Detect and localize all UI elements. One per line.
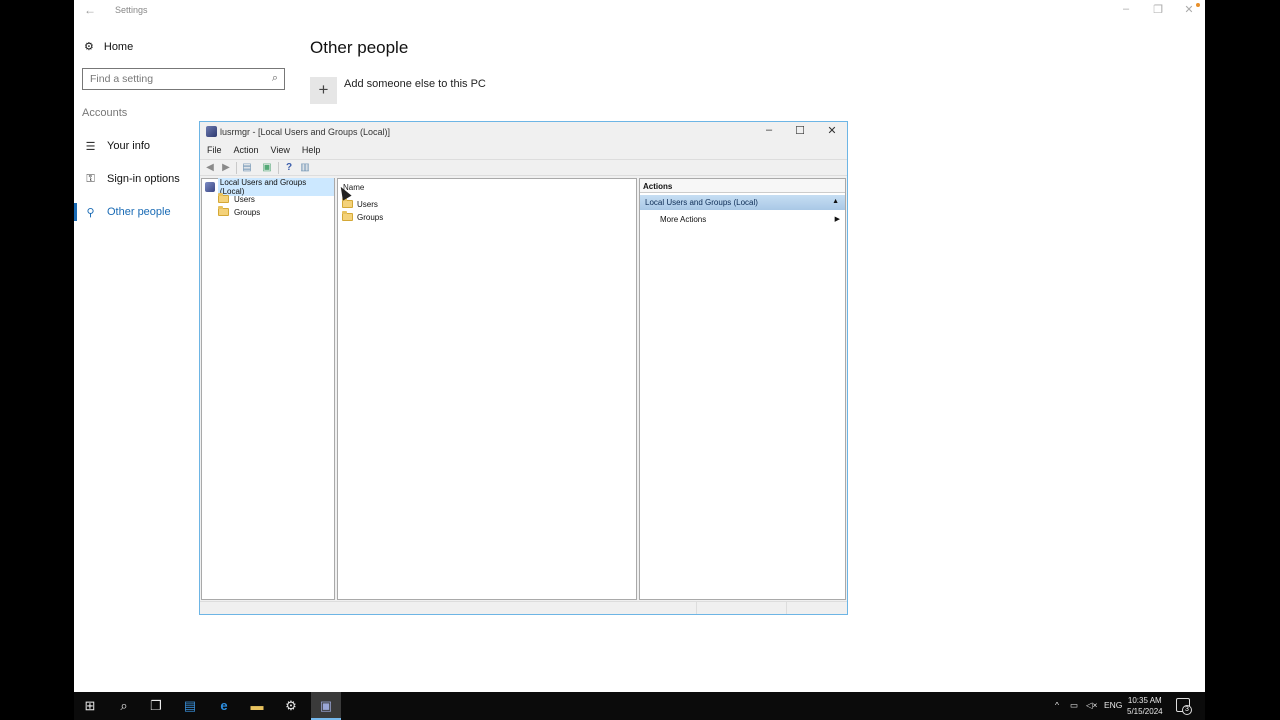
submenu-arrow-icon: ▶: [834, 216, 840, 223]
actions-header: Actions: [640, 179, 845, 193]
server-manager-icon[interactable]: ▤: [180, 696, 200, 716]
tree-item-label: Users: [234, 194, 255, 204]
column-header-name[interactable]: Name: [338, 179, 636, 192]
nav-item-label: Sign-in options: [107, 173, 180, 185]
task-view-icon[interactable]: ❐: [146, 696, 166, 716]
lusrmgr-window[interactable]: lusrmgr - [Local Users and Groups (Local…: [199, 121, 848, 615]
actions-pane: Actions Local Users and Groups (Local) ▲…: [639, 178, 846, 600]
minimize-icon[interactable]: –: [762, 124, 776, 136]
nav-item-other-people[interactable]: ⚲ Other people: [84, 202, 171, 222]
show-action-pane-icon[interactable]: ▥: [299, 162, 311, 174]
internet-explorer-icon[interactable]: e: [214, 696, 234, 716]
help-icon[interactable]: ?: [283, 162, 295, 174]
gear-icon: ⚙: [84, 41, 94, 53]
nav-active-indicator: [74, 203, 77, 221]
file-explorer-icon[interactable]: ▬: [247, 696, 267, 716]
nav-item-label: Other people: [107, 206, 171, 218]
status-divider: [696, 602, 697, 614]
home-label: Home: [103, 40, 134, 53]
local-users-groups-icon: [205, 182, 215, 192]
close-icon[interactable]: ✕: [1182, 3, 1196, 16]
menu-bar: File Action View Help: [200, 143, 847, 157]
forward-arrow-icon[interactable]: ▶: [220, 162, 232, 174]
actions-group-header[interactable]: Local Users and Groups (Local) ▲: [640, 195, 845, 210]
back-arrow-icon[interactable]: ◀: [204, 162, 216, 174]
restore-icon[interactable]: ❐: [1151, 3, 1165, 16]
actions-group-label: Local Users and Groups (Local): [645, 198, 758, 207]
search-placeholder: Find a setting: [90, 73, 154, 85]
toolbar-separator: [236, 162, 237, 174]
menu-view[interactable]: View: [264, 143, 295, 157]
status-bar: [200, 601, 847, 614]
settings-title: Settings: [115, 5, 148, 15]
lusrmgr-taskbar-icon[interactable]: ▣: [316, 696, 336, 716]
language-indicator[interactable]: ENG: [1104, 700, 1122, 710]
tree-root[interactable]: Local Users and Groups (Local): [205, 178, 334, 196]
person-icon: ⚲: [86, 206, 95, 219]
settings-gear-icon[interactable]: ⚙: [281, 696, 301, 716]
person-card-icon: ☰: [85, 140, 96, 153]
show-hide-tree-icon[interactable]: ▤: [241, 162, 253, 174]
nav-item-sign-in-options[interactable]: ⚿ Sign-in options: [84, 169, 180, 189]
status-divider: [786, 602, 787, 614]
close-icon[interactable]: ✕: [825, 124, 839, 137]
menu-help[interactable]: Help: [295, 143, 326, 157]
nav-item-label: Your info: [107, 140, 151, 152]
tree-item-label: Groups: [234, 207, 261, 217]
system-clock[interactable]: 10:35 AM 5/15/2024: [1127, 695, 1163, 717]
list-item-label: Groups: [357, 212, 384, 222]
nav-item-your-info[interactable]: ☰ Your info: [84, 136, 150, 156]
back-arrow-icon[interactable]: ←: [84, 3, 96, 17]
toolbar: ◀ ▶ ▤ ▣ ? ▥: [200, 159, 847, 176]
search-icon[interactable]: ⌕: [272, 72, 278, 85]
add-person-button[interactable]: +: [310, 77, 337, 104]
list-pane: Name Users Groups: [336, 178, 637, 600]
home-link[interactable]: ⚙ Home: [84, 40, 134, 54]
tray-overflow-icon[interactable]: ^: [1055, 700, 1059, 710]
status-dot: [1196, 3, 1200, 7]
minimize-icon[interactable]: –: [1119, 3, 1133, 15]
tree-item-groups[interactable]: Groups: [218, 206, 260, 218]
search-input[interactable]: Find a setting ⌕: [82, 68, 285, 90]
notification-count-badge: 3: [1182, 705, 1192, 715]
menu-file[interactable]: File: [200, 143, 227, 157]
add-person-label[interactable]: Add someone else to this PC: [344, 78, 486, 90]
battery-icon[interactable]: ▭: [1070, 700, 1078, 711]
clock-time: 10:35 AM: [1127, 696, 1162, 705]
windows-start-icon[interactable]: ⊞: [80, 696, 100, 716]
tree-pane: Local Users and Groups (Local) Users Gro…: [201, 178, 335, 600]
search-icon[interactable]: ⌕: [114, 696, 134, 716]
folder-icon: [218, 193, 229, 203]
tree-item-users[interactable]: Users: [218, 193, 255, 205]
export-list-icon[interactable]: ▣: [261, 162, 273, 174]
list-item-groups[interactable]: Groups: [342, 211, 383, 223]
folder-icon: [342, 198, 353, 208]
folder-icon: [218, 206, 229, 216]
folder-icon: [342, 211, 353, 221]
maximize-icon[interactable]: ☐: [793, 124, 807, 137]
list-item-users[interactable]: Users: [342, 198, 378, 210]
clock-date: 5/15/2024: [1127, 707, 1163, 716]
menu-action[interactable]: Action: [227, 143, 264, 157]
plus-icon: +: [318, 80, 329, 99]
page-title: Other people: [310, 38, 409, 57]
list-item-label: Users: [357, 199, 378, 209]
volume-muted-icon[interactable]: ◁×: [1086, 700, 1098, 711]
mmc-app-icon: [206, 126, 217, 137]
taskbar: ⊞ ⌕ ❐ ▤ e ▬ ⚙ ▣ ^ ▭ ◁× ENG 10:35 AM 5/15…: [74, 692, 1205, 720]
window-title: lusrmgr - [Local Users and Groups (Local…: [220, 127, 391, 137]
toolbar-separator: [278, 162, 279, 174]
key-icon: ⚿: [86, 172, 95, 185]
more-actions-item[interactable]: More Actions: [660, 215, 706, 224]
collapse-triangle-icon[interactable]: ▲: [832, 198, 839, 205]
accounts-section-label: Accounts: [82, 107, 128, 119]
